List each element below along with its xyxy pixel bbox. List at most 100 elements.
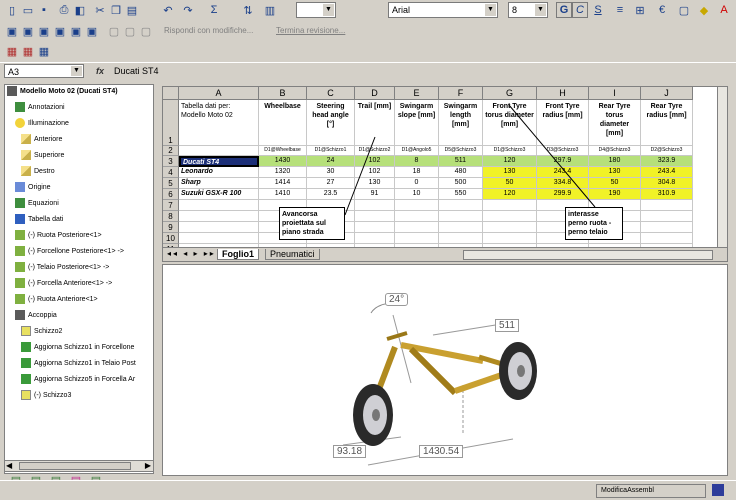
- note-avancorsa[interactable]: Avancorsa proiettata sul piano strada: [279, 207, 345, 240]
- tree-item[interactable]: Aggiorna Schizzo1 in Forcellone: [21, 341, 134, 355]
- zoom-combo[interactable]: ▼: [296, 2, 336, 18]
- tool-icon-3[interactable]: ▦: [36, 43, 52, 59]
- fill-color-icon[interactable]: ◆: [696, 2, 712, 18]
- column-header[interactable]: I: [589, 87, 641, 100]
- cell[interactable]: 511: [439, 156, 483, 167]
- cell[interactable]: 243.4: [641, 167, 693, 178]
- cell[interactable]: 299.9: [537, 189, 589, 200]
- cell[interactable]: 297.9: [537, 156, 589, 167]
- chart-icon[interactable]: ▥: [262, 2, 278, 18]
- cell[interactable]: [439, 233, 483, 244]
- cell[interactable]: Rear Tyre radius [mm]: [641, 100, 693, 146]
- cell[interactable]: 102: [355, 156, 395, 167]
- tree-item[interactable]: Aggiorna Schizzo1 in Telaio Post: [21, 357, 136, 371]
- scroll-thumb[interactable]: [19, 462, 131, 470]
- tree-item[interactable]: Destro: [21, 165, 55, 179]
- cell[interactable]: Leonardo: [179, 167, 259, 178]
- angle-dimension-label[interactable]: 24°: [385, 293, 409, 306]
- row-header[interactable]: 6: [163, 189, 179, 200]
- column-header[interactable]: G: [483, 87, 537, 100]
- cell[interactable]: 0: [395, 178, 439, 189]
- new-icon[interactable]: ▯: [4, 2, 20, 18]
- cell[interactable]: [439, 211, 483, 222]
- row-header[interactable]: 9: [163, 222, 179, 233]
- cell[interactable]: [395, 222, 439, 233]
- font-color-icon[interactable]: A: [716, 2, 732, 18]
- save-icon[interactable]: ▪: [36, 2, 52, 18]
- tree-item[interactable]: Accoppia: [15, 309, 57, 323]
- cell[interactable]: Rear Tyre torus diameter [mm]: [589, 100, 641, 146]
- cell[interactable]: 23.5: [307, 189, 355, 200]
- cell[interactable]: 550: [439, 189, 483, 200]
- cell[interactable]: 190: [589, 189, 641, 200]
- cell[interactable]: [355, 222, 395, 233]
- borders-icon[interactable]: ▢: [676, 2, 692, 18]
- column-header[interactable]: E: [395, 87, 439, 100]
- cell[interactable]: [641, 222, 693, 233]
- sheet-nav-icons[interactable]: ◂◂ ◂ ▸ ▸▸: [167, 249, 216, 258]
- cell[interactable]: 10: [395, 189, 439, 200]
- column-header[interactable]: B: [259, 87, 307, 100]
- cell[interactable]: 334.8: [537, 178, 589, 189]
- review-icon-8[interactable]: ▢: [122, 23, 138, 39]
- font-combo[interactable]: Arial ▼: [388, 2, 498, 18]
- open-icon[interactable]: ▭: [20, 2, 36, 18]
- column-header[interactable]: F: [439, 87, 483, 100]
- tool-icon-2[interactable]: ▦: [20, 43, 36, 59]
- cell[interactable]: 102: [355, 167, 395, 178]
- cell[interactable]: D1@Angolo5: [395, 146, 439, 156]
- tree-item[interactable]: (-) Schizzo3: [21, 389, 71, 403]
- sort-icon[interactable]: ⇅: [240, 2, 256, 18]
- print-icon[interactable]: ⎙: [56, 2, 72, 18]
- cell[interactable]: Sharp: [179, 178, 259, 189]
- undo-icon[interactable]: ↶: [160, 2, 176, 18]
- review-icon-3[interactable]: ▣: [36, 23, 52, 39]
- row-header[interactable]: 1: [163, 100, 179, 146]
- note-interasse[interactable]: interasse perno ruota - perno telaio: [565, 207, 623, 240]
- cell[interactable]: [641, 233, 693, 244]
- cell[interactable]: 50: [589, 178, 641, 189]
- tree-item[interactable]: Illuminazione: [15, 117, 69, 131]
- cell[interactable]: 310.9: [641, 189, 693, 200]
- cell[interactable]: D1@Schizzo2: [355, 146, 395, 156]
- cell[interactable]: 500: [439, 178, 483, 189]
- cell[interactable]: 180: [589, 156, 641, 167]
- cell[interactable]: 1410: [259, 189, 307, 200]
- cell[interactable]: 50: [483, 178, 537, 189]
- review-icon-2[interactable]: ▣: [20, 23, 36, 39]
- tree-item[interactable]: Equazioni: [15, 197, 59, 211]
- cell[interactable]: [483, 211, 537, 222]
- review-icon-7[interactable]: ▢: [106, 23, 122, 39]
- cell[interactable]: [179, 211, 259, 222]
- review-icon-9[interactable]: ▢: [138, 23, 154, 39]
- cell[interactable]: Front Tyre radius [mm]: [537, 100, 589, 146]
- cell[interactable]: D5@Schizzo3: [439, 146, 483, 156]
- row-header[interactable]: 5: [163, 178, 179, 189]
- cell[interactable]: [179, 233, 259, 244]
- cell[interactable]: [483, 222, 537, 233]
- cell[interactable]: 120: [483, 156, 537, 167]
- cell[interactable]: [355, 200, 395, 211]
- cell[interactable]: 91: [355, 189, 395, 200]
- cut-icon[interactable]: ✂: [92, 2, 108, 18]
- tree-item[interactable]: (-) Ruota Anteriore<1>: [15, 293, 98, 307]
- row-header[interactable]: 3: [163, 156, 179, 167]
- end-review-link[interactable]: Termina revisione...: [276, 26, 345, 35]
- cell[interactable]: Swingarm slope [mm]: [395, 100, 439, 146]
- cell[interactable]: [355, 211, 395, 222]
- tree-item[interactable]: Schizzo2: [21, 325, 62, 339]
- graphics-area[interactable]: 24° 511 93.18 1430.54: [162, 264, 728, 476]
- formula-input[interactable]: Ducati ST4: [114, 66, 159, 76]
- select-all-corner[interactable]: [163, 87, 179, 100]
- cell[interactable]: 1320: [259, 167, 307, 178]
- row-header[interactable]: 10: [163, 233, 179, 244]
- cell[interactable]: 27: [307, 178, 355, 189]
- cell[interactable]: Wheelbase: [259, 100, 307, 146]
- column-header[interactable]: D: [355, 87, 395, 100]
- autosum-icon[interactable]: Σ: [206, 2, 222, 18]
- tree-item[interactable]: Aggiorna Schizzo5 in Forcella Ar: [21, 373, 135, 387]
- name-box[interactable]: A3 ▼: [4, 64, 84, 78]
- cell[interactable]: 1430: [259, 156, 307, 167]
- cell[interactable]: Ducati ST4: [179, 156, 259, 167]
- tree-item[interactable]: Origine: [15, 181, 51, 195]
